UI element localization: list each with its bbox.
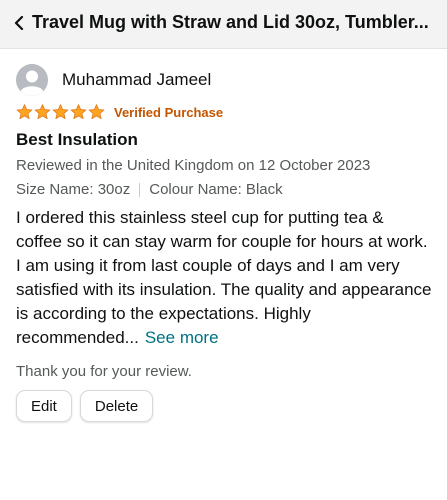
user-avatar-icon xyxy=(16,64,48,96)
star-icon xyxy=(88,104,105,120)
delete-button[interactable]: Delete xyxy=(79,390,154,422)
verified-purchase-badge: Verified Purchase xyxy=(114,104,224,120)
review-actions: Edit Delete xyxy=(16,390,154,422)
see-more-link[interactable]: See more xyxy=(145,328,219,347)
star-icon xyxy=(70,104,87,120)
avatar xyxy=(16,64,48,96)
product-title[interactable]: Travel Mug with Straw and Lid 30oz, Tumb… xyxy=(32,12,437,33)
variant-divider xyxy=(139,182,141,197)
review-body-text: I ordered this stainless steel cup for p… xyxy=(16,208,432,347)
star-icon xyxy=(52,104,69,120)
top-bar: Travel Mug with Straw and Lid 30oz, Tumb… xyxy=(0,0,447,49)
thank-you-message: Thank you for your review. xyxy=(16,363,192,380)
product-variant: Size Name: 30oz Colour Name: Black xyxy=(16,181,283,198)
reviewer-profile[interactable]: Muhammad Jameel xyxy=(16,64,211,96)
review-body: I ordered this stainless steel cup for p… xyxy=(16,206,432,350)
star-icon xyxy=(16,104,33,120)
size-name: Size Name: 30oz xyxy=(16,181,131,198)
review-date-location: Reviewed in the United Kingdom on 12 Oct… xyxy=(16,157,371,174)
edit-button[interactable]: Edit xyxy=(16,390,72,422)
reviewer-name: Muhammad Jameel xyxy=(62,70,212,89)
chevron-left-icon[interactable] xyxy=(10,13,28,33)
rating-row: Verified Purchase xyxy=(16,104,223,120)
colour-name: Colour Name: Black xyxy=(149,181,283,198)
review-headline: Best Insulation xyxy=(16,130,138,149)
star-icon xyxy=(34,104,51,120)
star-rating xyxy=(16,104,106,120)
